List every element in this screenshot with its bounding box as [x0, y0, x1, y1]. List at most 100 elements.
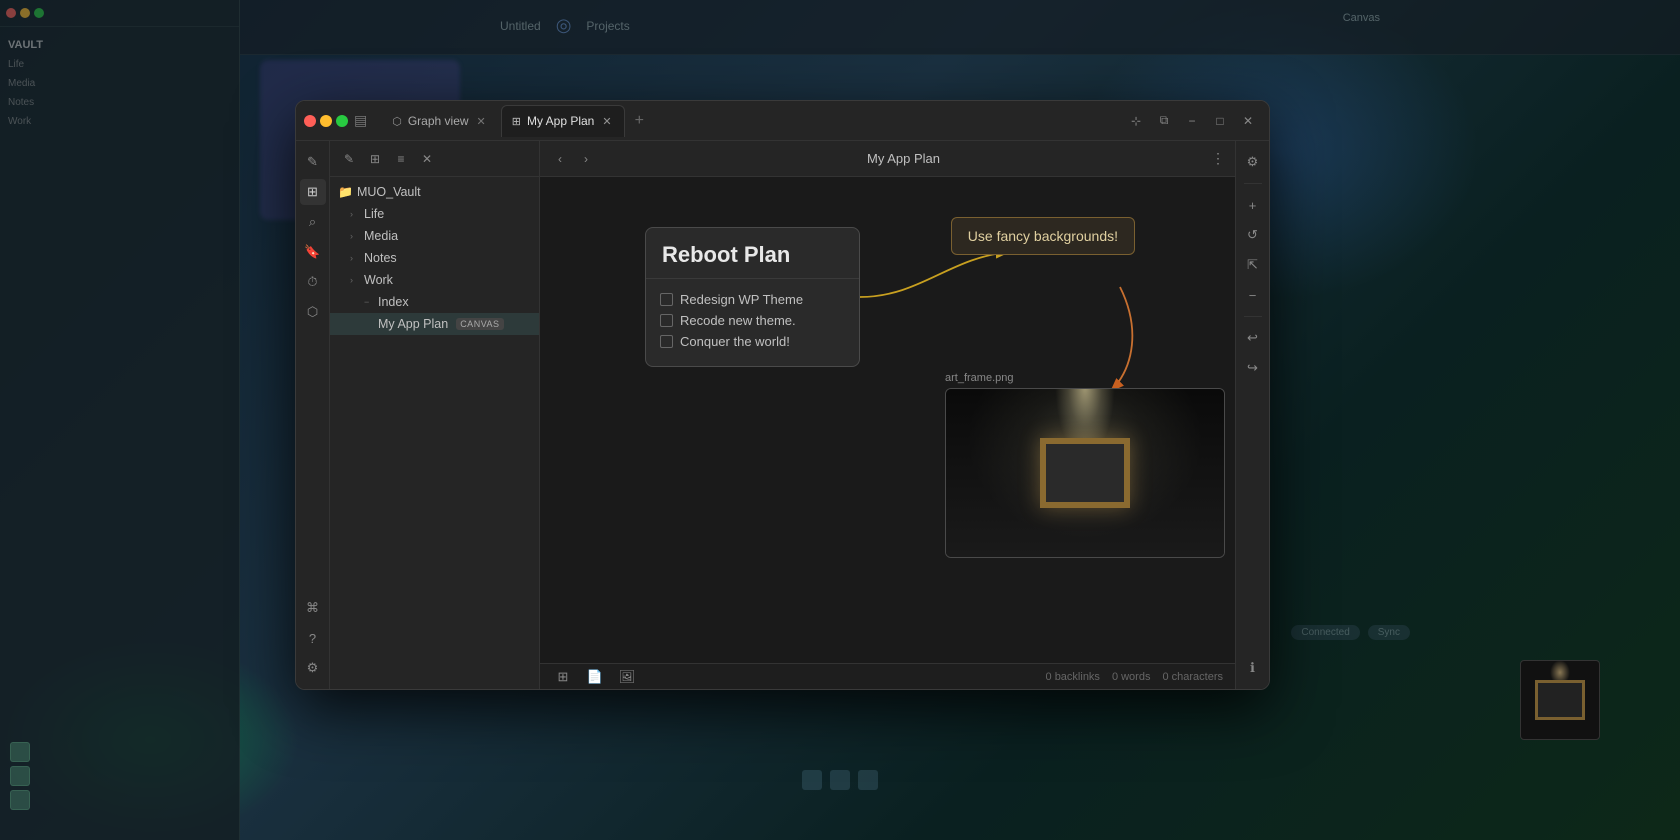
- vault-name: MUO_Vault: [357, 185, 421, 199]
- tab-graph-view[interactable]: ⬡ Graph view ✕: [381, 105, 499, 137]
- canvas-tab-icon: ⊞: [512, 115, 521, 128]
- sidebar: ✎ ⊞ ≡ ✕ 📁 MUO_Vault › Life › Media: [330, 141, 540, 689]
- forward-button[interactable]: ›: [576, 149, 596, 169]
- tab-my-app-plan-close[interactable]: ✕: [600, 115, 613, 128]
- checkbox-2[interactable]: [660, 314, 673, 327]
- close-window-button[interactable]: ✕: [1237, 110, 1259, 132]
- close-sidebar-button[interactable]: ✕: [416, 148, 438, 170]
- art-frame-inner: [1040, 438, 1130, 508]
- title-bar-right: ⊹ ⧉ − □ ✕: [1125, 110, 1269, 132]
- canvas-badge: CANVAS: [456, 318, 503, 330]
- new-note-card-button[interactable]: 📄: [584, 666, 606, 688]
- tab-graph-view-label: Graph view: [408, 114, 469, 128]
- zoom-out-button[interactable]: −: [1240, 282, 1266, 308]
- tab-my-app-plan[interactable]: ⊞ My App Plan ✕: [501, 105, 625, 137]
- back-button[interactable]: ‹: [550, 149, 570, 169]
- sidebar-toggle-button[interactable]: ▤: [348, 112, 373, 130]
- zoom-reset-button[interactable]: ↺: [1240, 222, 1266, 248]
- main-content: ✎ ⊞ ⌕ 🔖 ⏱ ⬡ ⌘ ? ⚙ ✎ ⊞ ≡ ✕ 📁 MUO_Vault: [296, 141, 1269, 689]
- panel-divider: [1244, 183, 1262, 184]
- editor-toolbar: ‹ › My App Plan ⋮: [540, 141, 1235, 177]
- art-frame-background: [946, 389, 1224, 557]
- maximize-window-button[interactable]: □: [1209, 110, 1231, 132]
- sidebar-toolbar: ✎ ⊞ ≡ ✕: [330, 141, 539, 177]
- icon-bar-help[interactable]: ?: [300, 625, 326, 651]
- title-bar-left: [296, 115, 348, 127]
- new-media-button[interactable]: 🖼: [616, 666, 638, 688]
- undo-button[interactable]: ↩: [1240, 325, 1266, 351]
- vault-root[interactable]: 📁 MUO_Vault: [330, 181, 539, 203]
- new-card-button[interactable]: ⊞: [552, 666, 574, 688]
- checklist-item-3[interactable]: Conquer the world!: [660, 331, 845, 352]
- icon-bar-bookmark[interactable]: 🔖: [300, 239, 326, 265]
- sidebar-item-my-app-plan[interactable]: My App Plan CANVAS: [330, 313, 539, 335]
- sidebar-item-work[interactable]: › Work: [330, 269, 539, 291]
- checklist-label-2: Recode new theme.: [680, 313, 796, 328]
- icon-bar-files[interactable]: ⊞: [300, 179, 326, 205]
- canvas-area[interactable]: Reboot Plan Reboot Plan Redesign WP Them…: [540, 177, 1235, 663]
- canvas-node-image[interactable]: art_frame.png: [945, 372, 1225, 558]
- word-count: 0 words: [1112, 671, 1151, 683]
- icon-bar-settings[interactable]: ⚙: [300, 655, 326, 681]
- fit-view-button[interactable]: ⇱: [1240, 252, 1266, 278]
- sidebar-item-notes[interactable]: › Notes: [330, 247, 539, 269]
- zoom-in-button[interactable]: +: [1240, 192, 1266, 218]
- sidebar-item-life[interactable]: › Life: [330, 203, 539, 225]
- dash-icon: −: [364, 297, 374, 307]
- title-bar: ▤ ⬡ Graph view ✕ ⊞ My App Plan ✕ + ⊹ ⧉ −…: [296, 101, 1269, 141]
- canvas-node-fancy[interactable]: Use fancy backgrounds!: [951, 217, 1135, 255]
- sort-button[interactable]: ≡: [390, 148, 412, 170]
- sidebar-item-index[interactable]: − Index: [330, 291, 539, 313]
- graph-view-icon: ⬡: [392, 115, 402, 128]
- redo-button[interactable]: ↪: [1240, 355, 1266, 381]
- document-title: My App Plan: [602, 151, 1205, 166]
- chevron-right-icon: ›: [350, 275, 360, 285]
- folder-notes-label: Notes: [364, 251, 397, 265]
- checklist-label-1: Redesign WP Theme: [680, 292, 803, 307]
- folder-life-label: Life: [364, 207, 384, 221]
- more-options-button[interactable]: ⋮: [1211, 150, 1225, 167]
- icon-bar: ✎ ⊞ ⌕ 🔖 ⏱ ⬡ ⌘ ? ⚙: [296, 141, 330, 689]
- image-frame: [945, 388, 1225, 558]
- checklist-item-1[interactable]: Redesign WP Theme: [660, 289, 845, 310]
- bottom-center-row: [802, 770, 878, 790]
- icon-bar-terminal[interactable]: ⌘: [300, 595, 326, 621]
- icon-bar-graph[interactable]: ⬡: [300, 299, 326, 325]
- minimize-window-button[interactable]: −: [1181, 110, 1203, 132]
- image-node-label: art_frame.png: [945, 372, 1225, 388]
- split-view-button[interactable]: ⧉: [1153, 110, 1175, 132]
- status-bar: ⊞ 📄 🖼 0 backlinks 0 words 0 characters: [540, 663, 1235, 689]
- canvas-tools: ⊞ 📄 🖼: [552, 666, 638, 688]
- add-tab-button[interactable]: +: [627, 108, 652, 134]
- close-button[interactable]: [304, 115, 316, 127]
- tab-graph-view-close[interactable]: ✕: [475, 115, 488, 128]
- checkbox-1[interactable]: [660, 293, 673, 306]
- checklist-label-3: Conquer the world!: [680, 334, 790, 349]
- view-options-button[interactable]: ⊹: [1125, 110, 1147, 132]
- file-my-app-plan-label: My App Plan: [378, 317, 448, 331]
- sidebar-item-media[interactable]: › Media: [330, 225, 539, 247]
- checkbox-3[interactable]: [660, 335, 673, 348]
- maximize-button[interactable]: [336, 115, 348, 127]
- icon-bar-search[interactable]: ⌕: [300, 209, 326, 235]
- chevron-right-icon: ›: [350, 209, 360, 219]
- right-thumbnail: [1520, 660, 1600, 740]
- new-folder-button[interactable]: ⊞: [364, 148, 386, 170]
- new-note-button[interactable]: ✎: [338, 148, 360, 170]
- char-count: 0 characters: [1162, 671, 1223, 683]
- checklist-item-2[interactable]: Recode new theme.: [660, 310, 845, 331]
- minimize-button[interactable]: [320, 115, 332, 127]
- bottom-left-icons: [10, 742, 30, 810]
- art-frame-container: [1040, 438, 1130, 508]
- info-button[interactable]: ℹ: [1240, 655, 1266, 681]
- reboot-node-body: Redesign WP Theme Recode new theme. Conq…: [646, 279, 859, 366]
- icon-bar-edit[interactable]: ✎: [300, 149, 326, 175]
- file-tree: 📁 MUO_Vault › Life › Media › Notes ›: [330, 177, 539, 689]
- canvas-node-reboot[interactable]: Reboot Plan Reboot Plan Redesign WP Them…: [645, 227, 860, 367]
- editor-area: ‹ › My App Plan ⋮: [540, 141, 1235, 689]
- icon-bar-clock[interactable]: ⏱: [300, 269, 326, 295]
- canvas-settings-button[interactable]: ⚙: [1240, 149, 1266, 175]
- fancy-node-text: Use fancy backgrounds!: [968, 228, 1118, 244]
- reboot-node-title: Reboot Plan: [646, 228, 859, 279]
- canvas-content: Reboot Plan Reboot Plan Redesign WP Them…: [540, 177, 1235, 663]
